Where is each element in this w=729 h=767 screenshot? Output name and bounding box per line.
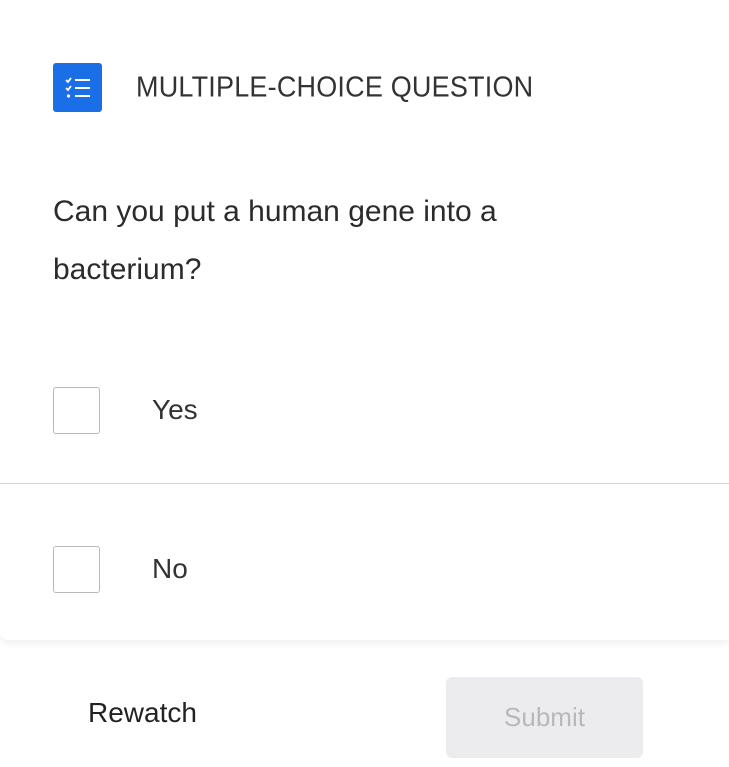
option-yes[interactable]: Yes: [0, 331, 729, 489]
rewatch-button[interactable]: Rewatch: [88, 697, 197, 729]
option-label: No: [152, 553, 188, 584]
question-text: Can you put a human gene into a bacteriu…: [53, 195, 497, 286]
question-type-title: MULTIPLE-CHOICE QUESTION: [136, 71, 534, 103]
option-checkbox[interactable]: [53, 545, 100, 593]
option-divider: [0, 483, 729, 484]
checklist-icon: [53, 63, 102, 112]
question-header: MULTIPLE-CHOICE QUESTION: [53, 63, 533, 112]
question-card: MULTIPLE-CHOICE QUESTION Can you put a h…: [0, 0, 729, 640]
submit-button[interactable]: Submit: [446, 677, 643, 758]
option-label: Yes: [152, 394, 198, 425]
option-no[interactable]: No: [0, 490, 729, 648]
option-checkbox[interactable]: [53, 386, 100, 434]
